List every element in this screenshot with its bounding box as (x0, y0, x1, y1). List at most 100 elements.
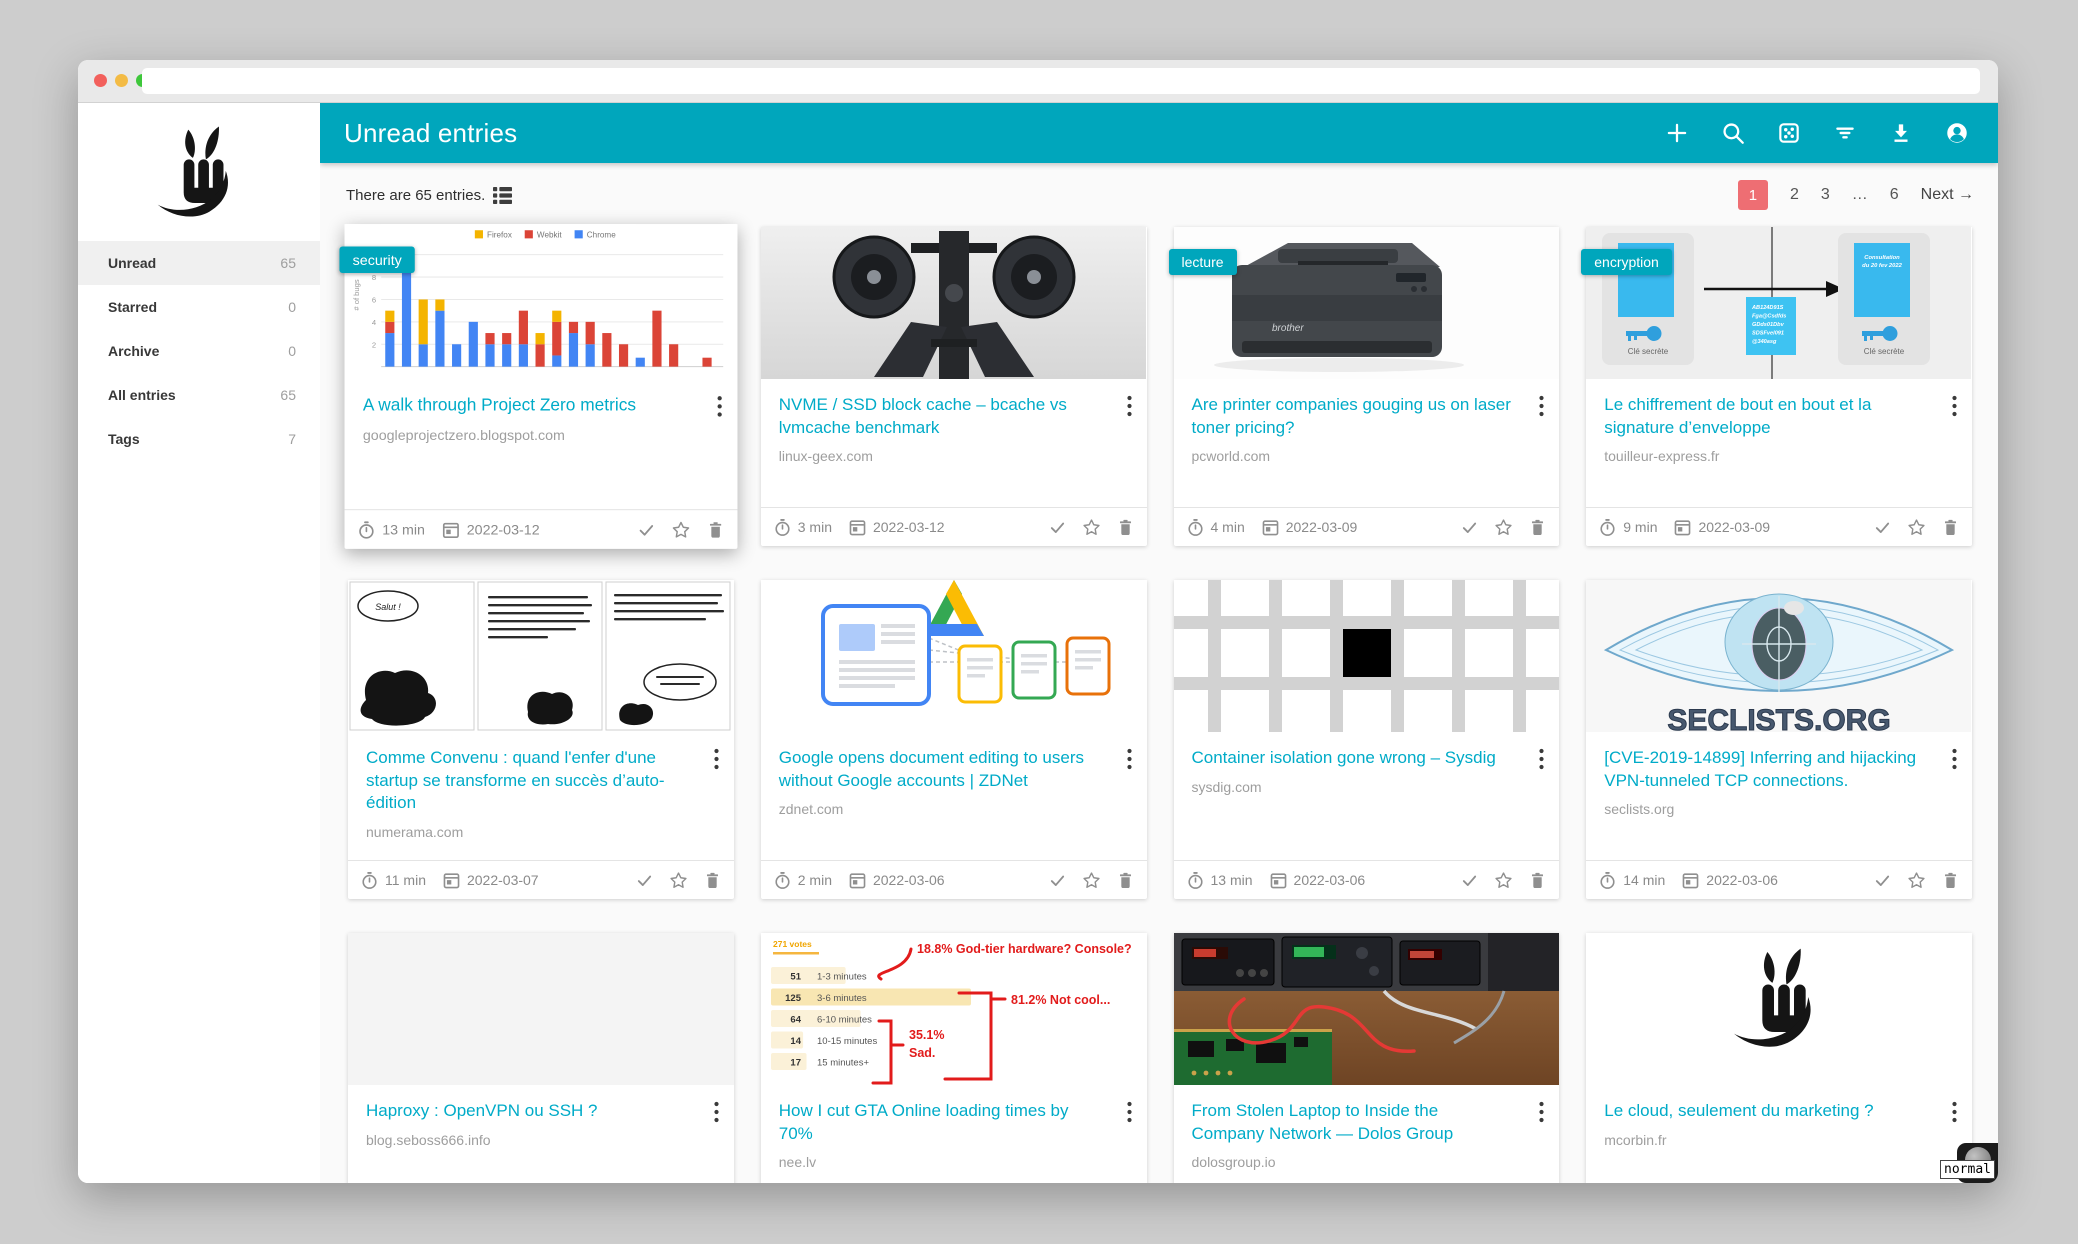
address-bar[interactable] (142, 68, 1980, 94)
entry-menu-kebab-icon[interactable] (1951, 748, 1958, 770)
entry-title-link[interactable]: [CVE-2019-14899] Inferring and hijacking… (1604, 747, 1928, 792)
entry-title-link[interactable]: Le chiffrement de bout en bout et la sig… (1604, 394, 1928, 439)
minimize-window-button[interactable] (115, 74, 128, 87)
page-1-active[interactable]: 1 (1738, 180, 1768, 210)
entry-menu-kebab-icon[interactable] (1538, 1101, 1545, 1123)
delete-button[interactable] (1528, 518, 1547, 537)
mark-read-button[interactable] (636, 520, 655, 539)
list-view-icon[interactable] (493, 187, 512, 204)
entry-preview[interactable] (1586, 933, 1972, 1085)
reading-time: 3 min (798, 519, 832, 535)
entry-preview[interactable]: Clé secrète AB124D91SFga@CsdfdsGDds01Dbv… (1586, 227, 1972, 379)
grid-one-black-cell (1174, 580, 1559, 732)
page-6[interactable]: 6 (1890, 186, 1899, 204)
mark-read-button[interactable] (1460, 518, 1479, 537)
delete-button[interactable] (706, 520, 725, 539)
mark-read-button[interactable] (635, 871, 654, 890)
entry-footer: 13 min 2022-03-06 (1174, 860, 1560, 899)
star-button[interactable] (1082, 871, 1101, 890)
entry-body: Container isolation gone wrong – Sysdig … (1174, 732, 1560, 860)
svg-text:8: 8 (372, 273, 376, 282)
star-button[interactable] (1082, 518, 1101, 537)
export-download-icon[interactable] (1888, 120, 1914, 146)
sidebar-item-unread[interactable]: Unread 65 (78, 241, 320, 285)
entry-title-link[interactable]: Comme Convenu : quand l'enfer d'une star… (366, 747, 690, 815)
star-button[interactable] (1907, 871, 1926, 890)
entry-menu-kebab-icon[interactable] (1126, 395, 1133, 417)
entry-preview[interactable]: SECLISTS.ORG (1586, 580, 1972, 732)
wireframe-eye: SECLISTS.ORG (1586, 580, 1971, 732)
page-3[interactable]: 3 (1821, 186, 1830, 204)
entry-footer: 14 min 2022-03-06 (1586, 860, 1972, 899)
random-entry-icon[interactable] (1776, 120, 1802, 146)
star-button[interactable] (1494, 871, 1513, 890)
tag-chip-security[interactable]: security (339, 247, 415, 273)
close-window-button[interactable] (94, 74, 107, 87)
tag-chip-encryption[interactable]: encryption (1581, 249, 1672, 275)
sidebar-item-archive[interactable]: Archive 0 (78, 329, 320, 373)
mark-read-button[interactable] (1048, 871, 1067, 890)
entry-title-link[interactable]: How I cut GTA Online loading times by 70… (779, 1100, 1103, 1145)
add-entry-icon[interactable] (1664, 120, 1690, 146)
page-2[interactable]: 2 (1790, 186, 1799, 204)
reading-time-icon (1186, 518, 1205, 537)
entry-preview[interactable] (348, 933, 734, 1085)
delete-button[interactable] (1941, 871, 1960, 890)
entry-title-link[interactable]: NVME / SSD block cache – bcache vs lvmca… (779, 394, 1103, 439)
star-button[interactable] (1907, 518, 1926, 537)
entry-title-link[interactable]: A walk through Project Zero metrics (363, 394, 693, 417)
entry-preview[interactable]: Salut ! (348, 580, 734, 732)
entry-preview[interactable] (761, 580, 1147, 732)
delete-button[interactable] (1528, 871, 1547, 890)
entry-title-link[interactable]: Container isolation gone wrong – Sysdig (1192, 747, 1516, 770)
svg-text:brother: brother (1272, 323, 1304, 334)
entry-menu-kebab-icon[interactable] (1126, 1101, 1133, 1123)
wallabag-logo[interactable] (153, 125, 245, 226)
delete-button[interactable] (1116, 871, 1135, 890)
entry-title-link[interactable]: Le cloud, seulement du marketing ? (1604, 1100, 1928, 1123)
entry-preview[interactable] (761, 227, 1147, 379)
filter-icon[interactable] (1832, 120, 1858, 146)
entry-preview[interactable] (1174, 933, 1560, 1085)
sidebar-item-all-entries[interactable]: All entries 65 (78, 373, 320, 417)
entry-preview[interactable]: 271 votes 511-3 minutes1253-6 minutes646… (761, 933, 1147, 1085)
entry-menu-kebab-icon[interactable] (1951, 395, 1958, 417)
entry-title-link[interactable]: Are printer companies gouging us on lase… (1192, 394, 1516, 439)
svg-text:1-3 minutes: 1-3 minutes (817, 972, 867, 983)
search-icon[interactable] (1720, 120, 1746, 146)
delete-button[interactable] (703, 871, 722, 890)
sidebar-item-tags[interactable]: Tags 7 (78, 417, 320, 461)
entry-menu-kebab-icon[interactable] (1538, 395, 1545, 417)
reading-time-icon (773, 871, 792, 890)
svg-text:Clé secrète: Clé secrète (1628, 347, 1669, 356)
entry-title-link[interactable]: From Stolen Laptop to Inside the Company… (1192, 1100, 1516, 1145)
poll-screenshot: 271 votes 511-3 minutes1253-6 minutes646… (761, 933, 1146, 1085)
sidebar-item-starred[interactable]: Starred 0 (78, 285, 320, 329)
delete-button[interactable] (1116, 518, 1135, 537)
entry-menu-kebab-icon[interactable] (1951, 1101, 1958, 1123)
star-button[interactable] (1494, 518, 1513, 537)
entry-menu-kebab-icon[interactable] (1126, 748, 1133, 770)
next-page-button[interactable]: Next → (1921, 186, 1974, 204)
delete-button[interactable] (1941, 518, 1960, 537)
star-button[interactable] (669, 871, 688, 890)
entry-menu-kebab-icon[interactable] (713, 748, 720, 770)
mark-read-button[interactable] (1873, 518, 1892, 537)
mark-read-button[interactable] (1048, 518, 1067, 537)
mark-read-button[interactable] (1460, 871, 1479, 890)
entry-menu-kebab-icon[interactable] (1538, 748, 1545, 770)
entry-menu-kebab-icon[interactable] (713, 1101, 720, 1123)
entry-preview[interactable]: Firefox Webkit Chrome 2468 # of bugs (345, 224, 738, 379)
entry-title-link[interactable]: Google opens document editing to users w… (779, 747, 1103, 792)
account-icon[interactable] (1944, 120, 1970, 146)
entry-title-link[interactable]: Haproxy : OpenVPN ou SSH ? (366, 1100, 690, 1123)
tag-chip-lecture[interactable]: lecture (1169, 249, 1237, 275)
sidebar-item-count: 65 (280, 387, 296, 403)
entry-preview[interactable]: brother lecture (1174, 227, 1560, 379)
entry-preview[interactable] (1174, 580, 1560, 732)
mark-read-button[interactable] (1873, 871, 1892, 890)
entry-menu-kebab-icon[interactable] (716, 395, 723, 417)
entry-card: Haproxy : OpenVPN ou SSH ? blog.seboss66… (348, 933, 734, 1183)
svg-text:Sad.: Sad. (909, 1046, 935, 1060)
star-button[interactable] (671, 520, 690, 539)
